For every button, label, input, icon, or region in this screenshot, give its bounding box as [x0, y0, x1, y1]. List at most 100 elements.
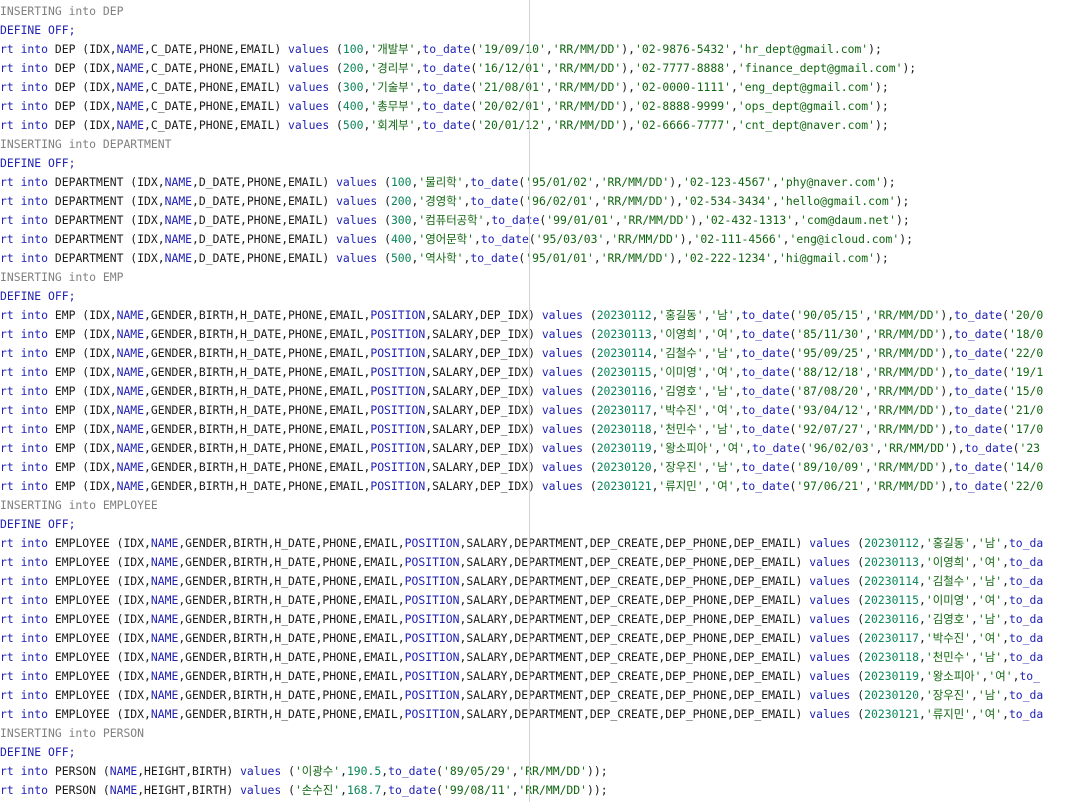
code-line[interactable]: DEFINE OFF; — [0, 154, 1043, 173]
code-token: to_date — [741, 327, 790, 341]
code-token: NAME — [116, 61, 145, 75]
code-line[interactable]: rt into EMPLOYEE (IDX,NAME,GENDER,BIRTH,… — [0, 629, 1043, 648]
code-token: '이광수' — [294, 764, 341, 778]
code-token: ( — [1002, 422, 1009, 436]
code-line[interactable]: INSERTING into EMPLOYEE — [0, 496, 1043, 515]
code-token: 20230116 — [596, 384, 652, 398]
code-token: to_date — [741, 422, 790, 436]
code-token: to_date — [741, 460, 790, 474]
code-line[interactable]: INSERTING into DEPARTMENT — [0, 135, 1043, 154]
code-line[interactable]: DEFINE OFF; — [0, 287, 1043, 306]
code-line[interactable]: rt into EMPLOYEE (IDX,NAME,GENDER,BIRTH,… — [0, 534, 1043, 553]
code-token: 200 — [342, 61, 364, 75]
code-line[interactable]: rt into DEP (IDX,NAME,C_DATE,PHONE,EMAIL… — [0, 97, 1043, 116]
code-line[interactable]: rt into PERSON (NAME,HEIGHT,BIRTH) value… — [0, 762, 1043, 781]
code-line[interactable]: rt into EMP (IDX,NAME,GENDER,BIRTH,H_DAT… — [0, 363, 1043, 382]
code-line[interactable]: rt into DEPARTMENT (IDX,NAME,D_DATE,PHON… — [0, 249, 1043, 268]
code-token: values — [541, 403, 583, 417]
code-token: INSERTING into EMP — [0, 270, 124, 284]
code-line[interactable]: rt into EMPLOYEE (IDX,NAME,GENDER,BIRTH,… — [0, 686, 1043, 705]
code-line[interactable]: rt into EMP (IDX,NAME,GENDER,BIRTH,H_DAT… — [0, 325, 1043, 344]
code-line[interactable]: rt into EMP (IDX,NAME,GENDER,BIRTH,H_DAT… — [0, 420, 1043, 439]
code-line[interactable]: INSERTING into PERSON — [0, 724, 1043, 743]
code-token: rt into — [0, 384, 49, 398]
code-token: 20230119 — [596, 441, 652, 455]
code-token: ( — [1002, 327, 1009, 341]
code-line[interactable]: rt into DEP (IDX,NAME,C_DATE,PHONE,EMAIL… — [0, 116, 1043, 135]
code-token: , — [971, 574, 978, 588]
code-token: '이미영' — [658, 365, 704, 379]
code-line[interactable]: INSERTING into DEP — [0, 2, 1043, 21]
code-line[interactable]: rt into DEPARTMENT (IDX,NAME,D_DATE,PHON… — [0, 211, 1043, 230]
code-token: '남' — [710, 422, 735, 436]
code-token: ( — [582, 327, 597, 341]
code-token: , — [731, 99, 738, 113]
code-token: '남' — [710, 346, 735, 360]
code-token: '99/01/01' — [546, 213, 615, 227]
code-line[interactable]: rt into EMPLOYEE (IDX,NAME,GENDER,BIRTH,… — [0, 610, 1043, 629]
code-line[interactable]: rt into EMPLOYEE (IDX,NAME,GENDER,BIRTH,… — [0, 553, 1043, 572]
code-token: ,SALARY,DEP_IDX) — [425, 422, 542, 436]
code-line[interactable]: rt into DEP (IDX,NAME,C_DATE,PHONE,EMAIL… — [0, 78, 1043, 97]
code-token: rt into — [0, 251, 49, 265]
code-token: EMPLOYEE (IDX, — [48, 669, 151, 683]
code-token: , — [864, 479, 872, 493]
code-line[interactable]: INSERTING into EMP — [0, 268, 1043, 287]
code-line[interactable]: rt into EMP (IDX,NAME,GENDER,BIRTH,H_DAT… — [0, 344, 1043, 363]
code-token: , — [731, 61, 738, 75]
code-line[interactable]: rt into EMPLOYEE (IDX,NAME,GENDER,BIRTH,… — [0, 667, 1043, 686]
code-token: ,SALARY,DEPARTMENT,DEP_CREATE,DEP_PHONE,… — [459, 669, 810, 683]
code-token: , — [1002, 555, 1009, 569]
code-line[interactable]: rt into EMP (IDX,NAME,GENDER,BIRTH,H_DAT… — [0, 382, 1043, 401]
code-token: ), — [940, 460, 955, 474]
code-token: , — [919, 688, 926, 702]
code-token: POSITION — [404, 707, 460, 721]
code-line[interactable]: rt into DEP (IDX,NAME,C_DATE,PHONE,EMAIL… — [0, 59, 1043, 78]
code-token: values — [240, 764, 282, 778]
code-token: , — [971, 593, 978, 607]
code-token: values — [809, 631, 851, 645]
code-line[interactable]: rt into DEPARTMENT (IDX,NAME,D_DATE,PHON… — [0, 230, 1043, 249]
code-line[interactable]: rt into EMPLOYEE (IDX,NAME,GENDER,BIRTH,… — [0, 705, 1043, 724]
code-line[interactable]: DEFINE OFF; — [0, 515, 1043, 534]
code-token: to_da — [1008, 536, 1044, 550]
code-line[interactable]: DEFINE OFF; — [0, 743, 1043, 762]
code-token: ,GENDER,BIRTH,H_DATE,PHONE,EMAIL, — [144, 384, 371, 398]
code-token: DEFINE OFF; — [0, 23, 76, 37]
code-token: '남' — [977, 688, 1003, 702]
code-line[interactable]: rt into EMP (IDX,NAME,GENDER,BIRTH,H_DAT… — [0, 458, 1043, 477]
code-token: '여' — [710, 365, 735, 379]
code-token: '95/03/03' — [535, 232, 605, 246]
sql-editor[interactable]: INSERTING into DEP DEFINE OFF; rt into DEP… — [0, 0, 1066, 802]
code-line[interactable]: rt into DEPARTMENT (IDX,NAME,D_DATE,PHON… — [0, 192, 1043, 211]
code-line[interactable]: DEFINE OFF; — [0, 21, 1043, 40]
code-line[interactable]: rt into EMP (IDX,NAME,GENDER,BIRTH,H_DAT… — [0, 401, 1043, 420]
code-token: NAME — [150, 707, 179, 721]
code-token: , — [864, 384, 872, 398]
code-line[interactable]: rt into EMP (IDX,NAME,GENDER,BIRTH,H_DAT… — [0, 439, 1043, 458]
code-token: to_date — [422, 118, 471, 132]
code-line[interactable]: rt into DEP (IDX,NAME,C_DATE,PHONE,EMAIL… — [0, 40, 1043, 59]
code-token: to_date — [954, 308, 1003, 322]
code-token: ( — [436, 764, 443, 778]
code-line[interactable]: rt into EMPLOYEE (IDX,NAME,GENDER,BIRTH,… — [0, 591, 1043, 610]
code-line[interactable]: rt into EMPLOYEE (IDX,NAME,GENDER,BIRTH,… — [0, 572, 1043, 591]
code-token: NAME — [116, 441, 145, 455]
right-margin-guide — [529, 0, 530, 802]
code-line[interactable]: rt into DEPARTMENT (IDX,NAME,D_DATE,PHON… — [0, 173, 1043, 192]
code-line[interactable]: rt into PERSON (NAME,HEIGHT,BIRTH) value… — [0, 781, 1043, 800]
code-line[interactable]: rt into EMP (IDX,NAME,GENDER,BIRTH,H_DAT… — [0, 306, 1043, 325]
code-area[interactable]: INSERTING into DEP DEFINE OFF; rt into DEP… — [0, 2, 1043, 800]
code-token: '기술부' — [370, 80, 416, 94]
code-token: '여' — [977, 707, 1003, 721]
code-line[interactable]: rt into EMP (IDX,NAME,GENDER,BIRTH,H_DAT… — [0, 477, 1043, 496]
code-line[interactable]: rt into EMPLOYEE (IDX,NAME,GENDER,BIRTH,… — [0, 648, 1043, 667]
code-token: ( — [850, 707, 865, 721]
code-token: 'RR/MM/DD' — [871, 308, 941, 322]
code-token: NAME — [150, 555, 179, 569]
code-token: , — [734, 403, 742, 417]
code-token: '남' — [977, 536, 1003, 550]
code-token: ( — [1002, 384, 1009, 398]
code-token: ), — [940, 365, 955, 379]
code-token: rt into — [0, 80, 49, 94]
